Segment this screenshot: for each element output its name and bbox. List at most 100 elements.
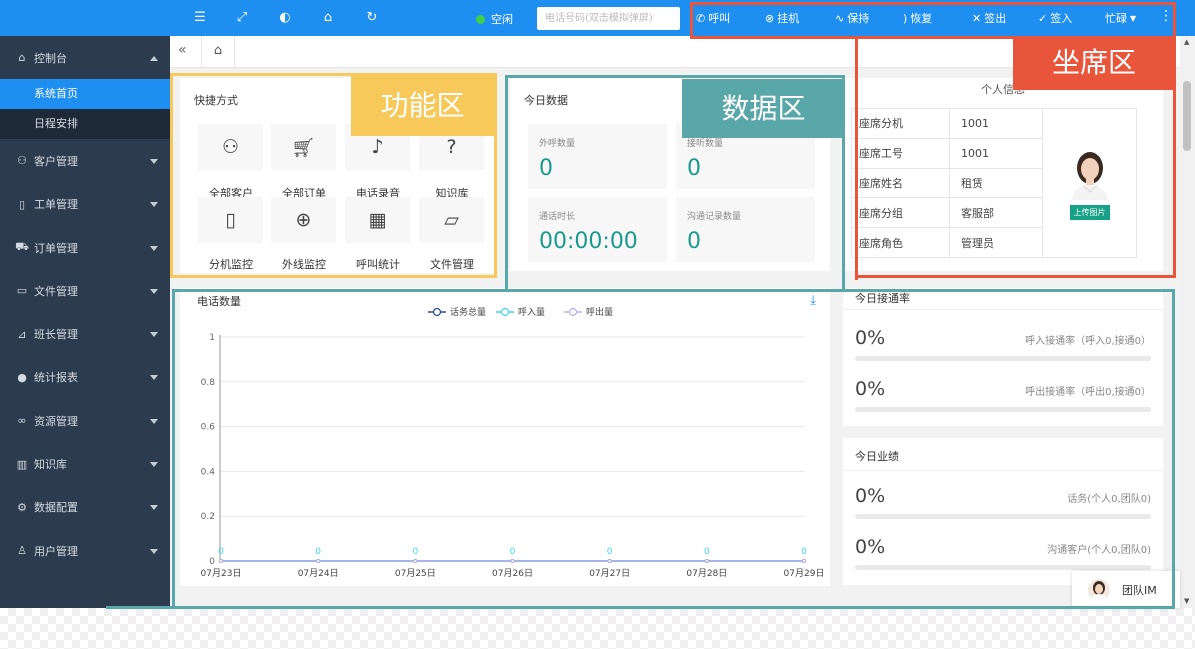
collapse-tabs-icon[interactable]: « (178, 42, 187, 58)
legend-marker (568, 307, 578, 317)
sidebar: ⌂ 控制台 系统首页 日程安排 ⚇ 客户管理 ▯ 工单管理 ⛟ 订单管理 ▭ 文… (0, 36, 170, 608)
connect-rate-card: 今日接通率 0% 呼入接通率（呼入0,接通0） 0% 呼出接通率（呼出0,接通0… (843, 288, 1163, 426)
stat-value: 0 (539, 156, 553, 181)
team-im-button[interactable]: 团队IM (1072, 571, 1180, 608)
sidebar-item-orders[interactable]: ⛟ 订单管理 (0, 226, 170, 269)
page-scrollbar[interactable]: ▲ ▼ (1180, 36, 1195, 608)
rate-progress (855, 407, 1151, 412)
im-label: 团队IM (1122, 583, 1157, 597)
rate-value: 0% (855, 378, 886, 400)
data-point (219, 559, 223, 563)
busy-dropdown[interactable]: 忙碌 ▼ (1105, 10, 1136, 26)
signout-label: 签出 (984, 12, 1007, 25)
status-dot-icon (476, 14, 485, 24)
data-label: 0 (510, 547, 516, 557)
rate-progress (855, 565, 1151, 570)
call-chart-card: 电话数量 ⤓ 0 0.2 0.4 0.6 0.8 1 07月23日 07月24日 07月25日 0… (180, 288, 830, 586)
info-key: 座席姓名 (851, 167, 950, 199)
connect-rate-title: 今日接通率 (855, 292, 910, 305)
phone-number-input[interactable] (537, 7, 680, 30)
scroll-up-icon[interactable]: ▲ (1184, 38, 1189, 46)
call-button[interactable]: ✆ 呼叫 (696, 10, 730, 26)
data-point (413, 559, 418, 563)
info-value: 管理员 (949, 227, 1043, 258)
divider (843, 309, 1163, 310)
function-zone-tag: 功能区 (351, 76, 494, 136)
sidebar-item-files[interactable]: ▭ 文件管理 (0, 269, 170, 312)
more-options-icon[interactable]: ⋮ (1159, 8, 1173, 24)
shortcut-label[interactable]: 分机监控 (191, 256, 271, 272)
data-point (510, 559, 515, 563)
shortcut-call-stats[interactable]: ▦ (345, 197, 410, 243)
data-label: 0 (801, 547, 807, 557)
scroll-down-icon[interactable]: ▼ (1184, 597, 1189, 605)
sidebar-item-knowledge[interactable]: ▥ 知识库 (0, 442, 170, 485)
question-edit-icon: ? (446, 136, 457, 158)
scroll-thumb[interactable] (1183, 81, 1191, 151)
shortcut-file-management[interactable]: ▱ (419, 197, 484, 243)
sidebar-item-resources[interactable]: ∞ 资源管理 (0, 399, 170, 442)
rate-value: 0% (855, 485, 886, 507)
hold-button[interactable]: ∿ 保持 (835, 10, 869, 26)
busy-label: 忙碌 (1105, 12, 1127, 25)
stat-value: 00:00:00 (539, 229, 638, 254)
data-label: 0 (412, 547, 418, 557)
stat-value: 0 (687, 229, 701, 254)
x-tick-label: 07月27日 (589, 568, 630, 579)
refresh-icon[interactable]: ↻ (363, 9, 381, 27)
chart-icon: ⊿ (17, 327, 27, 341)
sidebar-item-users[interactable]: ♙ 用户管理 (0, 529, 170, 572)
sidebar-item-system-home[interactable]: 系统首页 (0, 79, 170, 110)
shortcut-label[interactable]: 呼叫统计 (338, 256, 418, 272)
tag-icon[interactable]: ⌂ (319, 9, 337, 27)
rate-value: 0% (855, 536, 886, 558)
sidebar-item-customers[interactable]: ⚇ 客户管理 (0, 139, 170, 182)
shortcut-all-orders[interactable]: 🛒︎ (271, 124, 336, 170)
data-point (802, 559, 806, 563)
stat-label: 通话时长 (539, 212, 576, 222)
sidebar-submenu: 系统首页 日程安排 (0, 79, 170, 140)
data-zone-tag: 数据区 (682, 79, 845, 138)
shortcut-extension-monitor[interactable]: ▯ (198, 197, 263, 243)
rate-value: 0% (855, 327, 886, 349)
note-icon: ▱ (444, 209, 459, 231)
y-tick-label: 1 (209, 333, 215, 343)
avatar-cell: 上传图片 (1042, 108, 1137, 258)
y-tick-label: 0.2 (201, 512, 215, 522)
sidebar-item-schedule[interactable]: 日程安排 (0, 109, 170, 139)
sidebar-item-data-config[interactable]: ⚙ 数据配置 (0, 486, 170, 529)
sidebar-item-reports[interactable]: ● 统计报表 (0, 356, 170, 399)
avatar-icon (1088, 578, 1110, 601)
theme-icon[interactable]: ◐ (276, 9, 294, 27)
home-tab[interactable]: ⌂ (201, 36, 235, 68)
chevron-down-icon (150, 375, 158, 381)
menu-toggle-icon[interactable]: ☰ (191, 9, 209, 27)
sidebar-item-tickets[interactable]: ▯ 工单管理 (0, 183, 170, 226)
hangup-button[interactable]: ⊗ 挂机 (765, 10, 799, 26)
shortcut-label[interactable]: 外线监控 (264, 256, 344, 272)
sidebar-item-console[interactable]: ⌂ 控制台 (0, 36, 170, 79)
signin-button[interactable]: ✓ 签入 (1038, 10, 1072, 26)
shortcut-trunk-monitor[interactable]: ⊕ (271, 197, 336, 243)
resume-button[interactable]: ) 恢复 (903, 10, 932, 26)
fullscreen-icon[interactable]: ⤢ (233, 9, 251, 27)
table-icon: ▦ (368, 209, 387, 231)
chevron-down-icon (150, 245, 158, 251)
link-icon: ∞ (17, 414, 27, 428)
rate-desc: 话务(个人0,团队0) (1067, 494, 1151, 505)
personal-info-table: 座席分机 1001 上传图片 座席工号 1001 座席姓名 租赁 座席分组 客服… (851, 108, 1137, 258)
y-tick-label: 0.6 (201, 423, 216, 433)
stat-label: 外呼数量 (539, 139, 576, 149)
performance-card: 今日业绩 0% 话务(个人0,团队0) 0% 沟通客户(个人0,团队0) (843, 438, 1163, 585)
agent-status: 空闲 (476, 11, 513, 27)
upload-image-button[interactable]: 上传图片 (1069, 204, 1110, 220)
info-value: 客服部 (949, 197, 1043, 229)
signout-button[interactable]: ✕ 签出 (972, 10, 1006, 26)
close-circle-icon: ⊗ (765, 11, 775, 25)
info-key: 座席角色 (851, 227, 950, 258)
shortcut-all-customers[interactable]: ⚇ (198, 124, 263, 170)
sidebar-item-monitor[interactable]: ⊿ 班长管理 (0, 312, 170, 355)
shortcut-label[interactable]: 文件管理 (412, 256, 492, 272)
file-icon: ▭ (16, 284, 28, 298)
info-value: 1001 (949, 108, 1043, 139)
